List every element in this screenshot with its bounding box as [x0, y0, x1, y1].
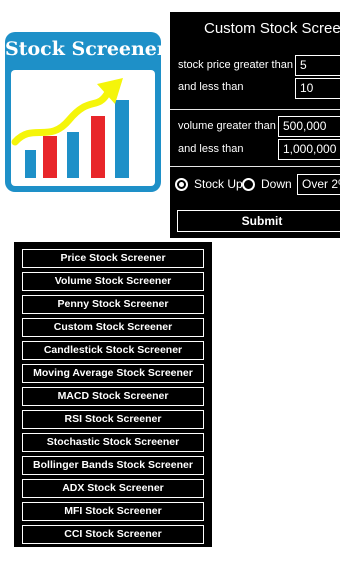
stock-up-label: Stock Up — [194, 177, 243, 191]
price-less-label: and less than — [178, 81, 244, 93]
screener-list-item-volume[interactable]: Volume Stock Screener — [22, 272, 204, 291]
custom-screener-title: Custom Stock Screener — [204, 20, 340, 37]
screener-list-item-candlestick[interactable]: Candlestick Stock Screener — [22, 341, 204, 360]
custom-screener-panel: Custom Stock Screener stock price greate… — [170, 12, 340, 238]
divider — [170, 109, 340, 110]
screener-list-item-custom[interactable]: Custom Stock Screener — [22, 318, 204, 337]
volume-less-input[interactable]: 1,000,000 — [278, 139, 340, 160]
screener-list-item-bollinger[interactable]: Bollinger Bands Stock Screener — [22, 456, 204, 475]
screener-list-item-mfi[interactable]: MFI Stock Screener — [22, 502, 204, 521]
screener-list-item-moving-average[interactable]: Moving Average Stock Screener — [22, 364, 204, 383]
app-icon-panel — [11, 70, 155, 186]
volume-greater-input[interactable]: 500,000 — [278, 116, 340, 137]
volume-less-label: and less than — [178, 143, 244, 155]
divider — [170, 166, 340, 167]
price-less-input[interactable]: 10 — [295, 78, 340, 99]
stock-up-radio[interactable] — [175, 178, 188, 191]
screener-list-item-macd[interactable]: MACD Stock Screener — [22, 387, 204, 406]
stock-down-label: Down — [261, 177, 292, 191]
rising-bar-chart-icon — [11, 78, 129, 178]
screener-list-item-adx[interactable]: ADX Stock Screener — [22, 479, 204, 498]
volume-greater-label: volume greater than — [178, 120, 276, 132]
stock-down-radio[interactable] — [242, 178, 255, 191]
screener-list: Price Stock Screener Volume Stock Screen… — [14, 242, 212, 547]
app-icon-title: Stock Screener — [5, 38, 167, 60]
screener-list-item-stochastic[interactable]: Stochastic Stock Screener — [22, 433, 204, 452]
price-greater-label: stock price greater than — [178, 59, 293, 71]
percent-select[interactable]: Over 2% — [297, 174, 340, 195]
screener-list-item-price[interactable]: Price Stock Screener — [22, 249, 204, 268]
screener-list-item-rsi[interactable]: RSI Stock Screener — [22, 410, 204, 429]
submit-button[interactable]: Submit — [177, 210, 340, 232]
screener-list-item-cci[interactable]: CCI Stock Screener — [22, 525, 204, 544]
app-icon: Stock Screener — [5, 32, 167, 192]
price-greater-input[interactable]: 5 — [295, 55, 340, 76]
screener-list-item-penny[interactable]: Penny Stock Screener — [22, 295, 204, 314]
